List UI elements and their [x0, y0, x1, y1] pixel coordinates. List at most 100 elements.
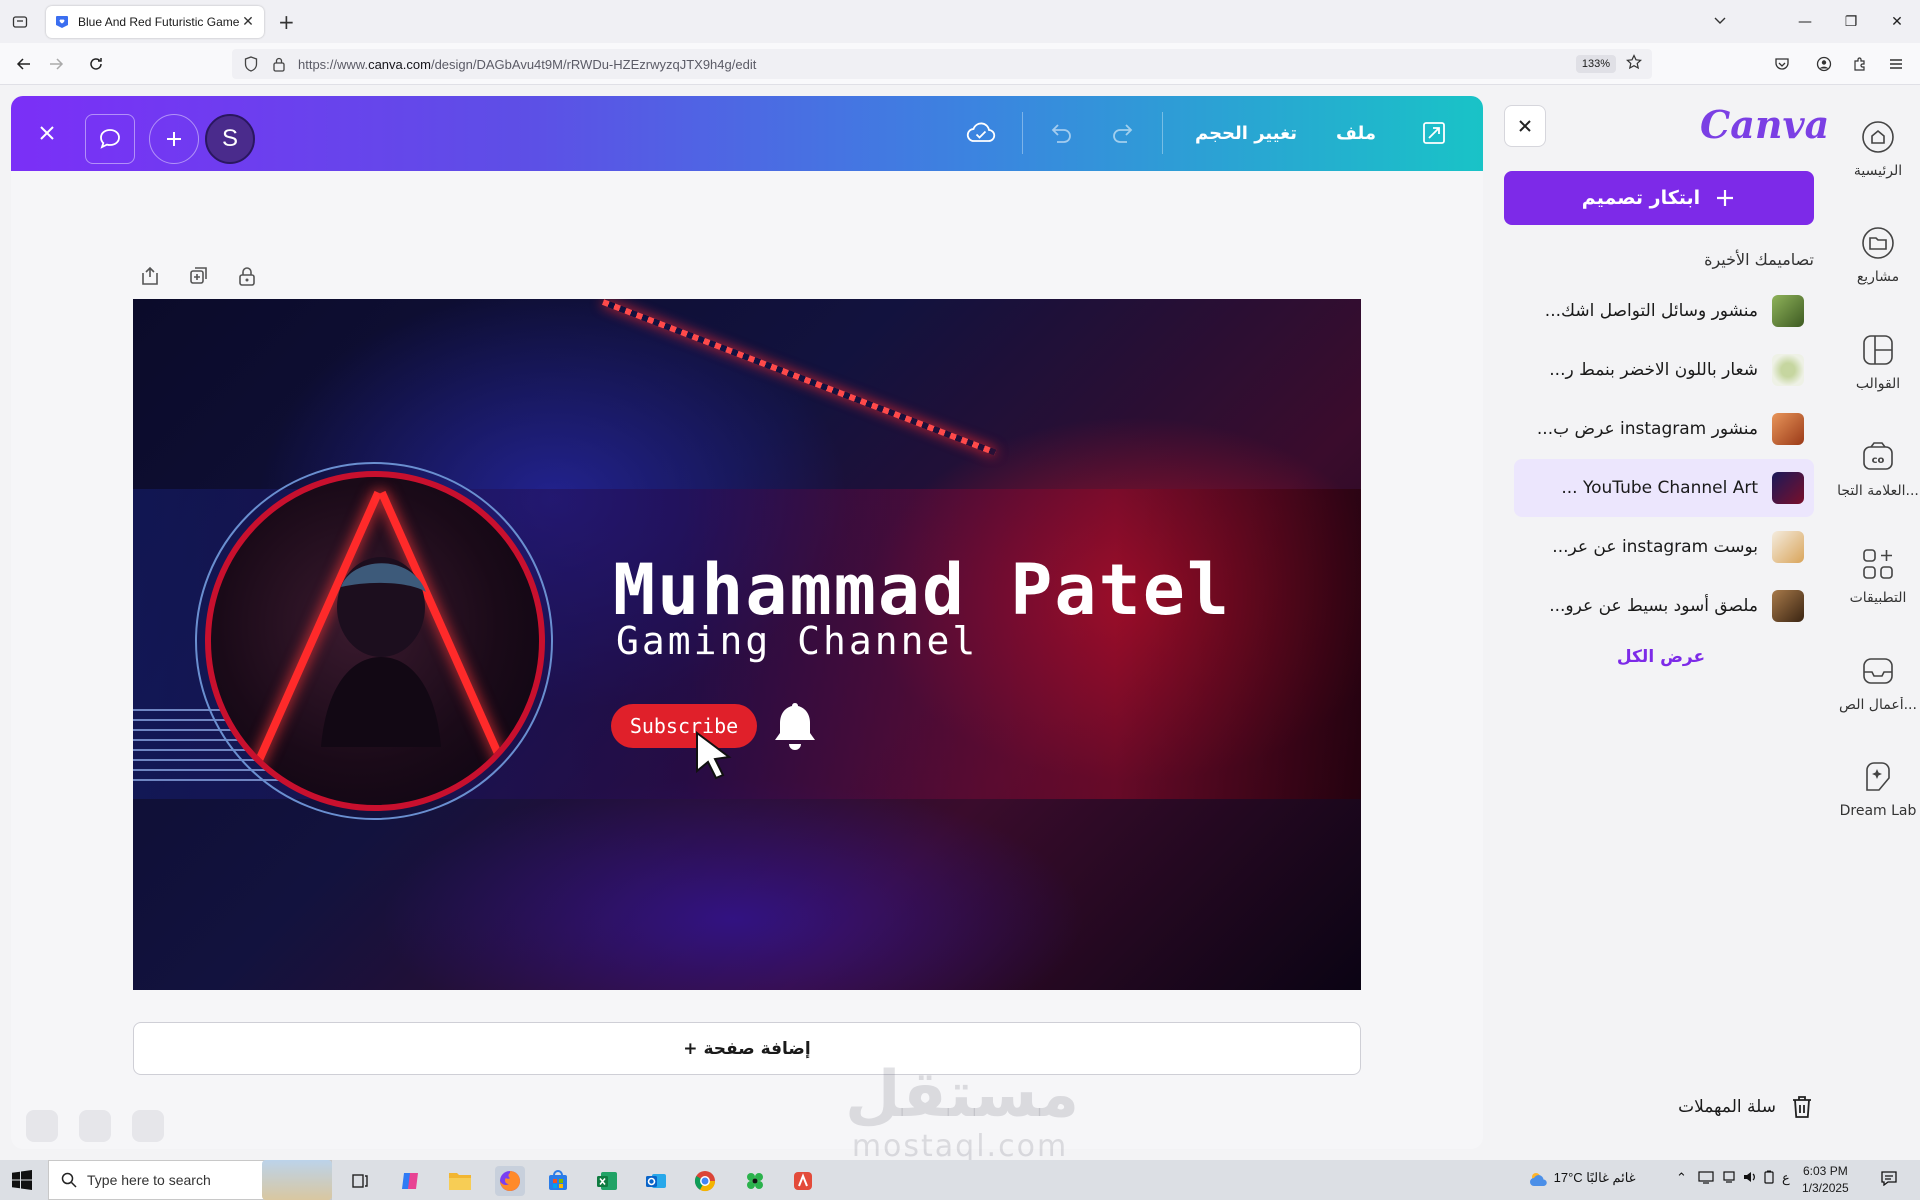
tray-volume-icon[interactable] [1742, 1170, 1758, 1187]
tray-battery-icon[interactable] [1762, 1170, 1776, 1187]
view-all-link[interactable]: عرض الكل [1500, 647, 1822, 667]
shield-icon[interactable] [242, 55, 260, 73]
file-menu-button[interactable]: ملف [1329, 109, 1383, 157]
add-page-above-icon[interactable] [138, 264, 162, 288]
file-explorer-icon[interactable] [445, 1166, 475, 1196]
cloud-saved-icon[interactable] [961, 109, 1001, 157]
side-panel: Canva ابتكار تصميم تصاميمك الأخيرة منشور… [1500, 96, 1829, 1149]
weather-widget[interactable]: 17°C غائم غالبًا [1528, 1170, 1636, 1187]
recent-designs-list: منشور وسائل التواصل اشك... شعار باللون ا… [1514, 282, 1814, 636]
tray-network-icon[interactable] [1698, 1170, 1714, 1187]
watermark-latin: mostaql.com [851, 1129, 1069, 1164]
undo-icon[interactable] [1041, 109, 1081, 157]
recent-design-item[interactable]: شعار باللون الاخضر بنمط ر... [1514, 341, 1814, 399]
rail-item-home[interactable]: الرئيسية [1836, 117, 1920, 179]
design-subtitle-text[interactable]: Gaming Channel [616, 619, 978, 663]
plus-icon [1717, 190, 1734, 206]
url-bar[interactable]: https://www.canva.com/design/DAGbAvu4t9M… [232, 49, 1652, 79]
app-clover-icon[interactable] [740, 1166, 770, 1196]
store-icon[interactable] [543, 1166, 573, 1196]
menu-icon[interactable] [1884, 52, 1908, 76]
recent-design-item[interactable]: بوست instagram عن عر... [1514, 518, 1814, 576]
rail-item-templates[interactable]: القوالب [1836, 330, 1920, 392]
trash-icon [1793, 1096, 1811, 1118]
task-view-icon[interactable] [345, 1166, 375, 1196]
tab-close-icon[interactable]: ✕ [240, 14, 256, 30]
restore-icon[interactable]: ❐ [1828, 0, 1874, 43]
lock-icon[interactable] [270, 55, 288, 73]
svg-text:co: co [1872, 455, 1885, 466]
design-thumbnail [1772, 590, 1804, 622]
search-highlight-image [262, 1160, 332, 1200]
recent-designs-heading: تصاميمك الأخيرة [1704, 250, 1814, 269]
search-placeholder: Type here to search [87, 1172, 211, 1188]
chevron-down-icon[interactable] [1712, 12, 1728, 32]
design-gamer-silhouette-icon [321, 557, 441, 747]
reload-icon[interactable] [84, 52, 108, 76]
footer-tool[interactable] [79, 1110, 111, 1142]
tab-list-icon[interactable] [10, 12, 30, 32]
rail-item-projects[interactable]: مشاريع [1836, 223, 1920, 285]
design-thumbnail [1772, 295, 1804, 327]
account-icon[interactable] [1812, 52, 1836, 76]
rail-item-dream-lab[interactable]: Dream Lab [1836, 757, 1920, 819]
input-language[interactable]: ع [1782, 1170, 1790, 1186]
lock-page-icon[interactable] [235, 264, 259, 288]
comment-icon[interactable] [85, 114, 135, 164]
recent-design-item-active[interactable]: YouTube Channel Art ... [1514, 459, 1814, 517]
firefox-icon[interactable] [495, 1166, 525, 1196]
windows-start-icon[interactable] [12, 1170, 32, 1190]
resize-button[interactable]: تغيير الحجم [1191, 109, 1301, 157]
copilot-icon[interactable] [395, 1166, 425, 1196]
templates-icon [1858, 330, 1898, 370]
zoom-level[interactable]: 133% [1575, 55, 1616, 73]
forward-icon[interactable] [44, 52, 68, 76]
minimize-icon[interactable]: — [1782, 0, 1828, 43]
redo-icon[interactable] [1103, 109, 1143, 157]
watermark: مستقل mostaql.com [845, 1060, 1079, 1164]
close-panel-icon[interactable] [1504, 105, 1546, 147]
taskbar-clock[interactable]: 6:03 PM 1/3/2025 [1802, 1163, 1849, 1197]
pocket-icon[interactable] [1770, 52, 1794, 76]
canva-logo[interactable]: Canva [1700, 102, 1829, 147]
window-close-icon[interactable]: ✕ [1874, 0, 1920, 43]
browser-tab-active[interactable]: Blue And Red Futuristic Game Y ✕ [46, 6, 264, 38]
extensions-icon[interactable] [1848, 52, 1872, 76]
back-icon[interactable] [12, 52, 36, 76]
rail-item-brand[interactable]: co العلامة التجا... [1836, 437, 1920, 499]
notifications-icon[interactable] [1880, 1170, 1898, 1189]
trash-button[interactable]: سلة المهملات [1630, 1094, 1814, 1120]
design-canvas[interactable]: Muhammad Patel Gaming Channel Subscribe [133, 299, 1361, 990]
chrome-icon[interactable] [690, 1166, 720, 1196]
footer-tool[interactable] [132, 1110, 164, 1142]
bell-icon[interactable] [771, 699, 819, 755]
footer-tool[interactable] [26, 1110, 58, 1142]
windows-taskbar: Type here to search 17°C غائم غالبًا ⌃ ع… [0, 1160, 1920, 1200]
tray-display-icon[interactable] [1722, 1170, 1736, 1187]
rail-item-inbox[interactable]: أعمال الص... [1836, 651, 1920, 713]
duplicate-page-icon[interactable] [187, 264, 211, 288]
recent-design-item[interactable]: ملصق أسود بسيط عن عرو... [1514, 577, 1814, 635]
recent-design-item[interactable]: منشور instagram عرض ب... [1514, 400, 1814, 458]
add-page-button[interactable]: + إضافة صفحة [133, 1022, 1361, 1075]
outlook-icon[interactable] [641, 1166, 671, 1196]
tray-chevron-up-icon[interactable]: ⌃ [1676, 1170, 1687, 1186]
design-profile-ring[interactable] [205, 471, 545, 811]
rail-item-apps[interactable]: التطبيقات [1836, 544, 1920, 606]
brand-icon: co [1858, 437, 1898, 477]
recent-design-item[interactable]: منشور وسائل التواصل اشك... [1514, 282, 1814, 340]
design-subscribe-badge[interactable]: Subscribe [611, 704, 757, 748]
url-text[interactable]: https://www.canva.com/design/DAGbAvu4t9M… [298, 57, 1576, 72]
dream-lab-icon [1858, 757, 1898, 797]
add-collaborator-icon[interactable] [149, 114, 199, 164]
new-tab-icon[interactable]: + [278, 10, 295, 34]
canva-app: S تغيير الحجم ملف Muhammad Patel Gaming … [0, 85, 1920, 1164]
avatar[interactable]: S [205, 114, 255, 164]
close-editor-icon[interactable] [25, 109, 69, 157]
excel-icon[interactable] [592, 1166, 622, 1196]
expand-icon[interactable] [1412, 109, 1456, 157]
create-design-button[interactable]: ابتكار تصميم [1504, 171, 1814, 225]
bookmark-star-icon[interactable] [1626, 54, 1642, 74]
app-red-icon[interactable] [788, 1166, 818, 1196]
inbox-icon [1858, 651, 1898, 691]
